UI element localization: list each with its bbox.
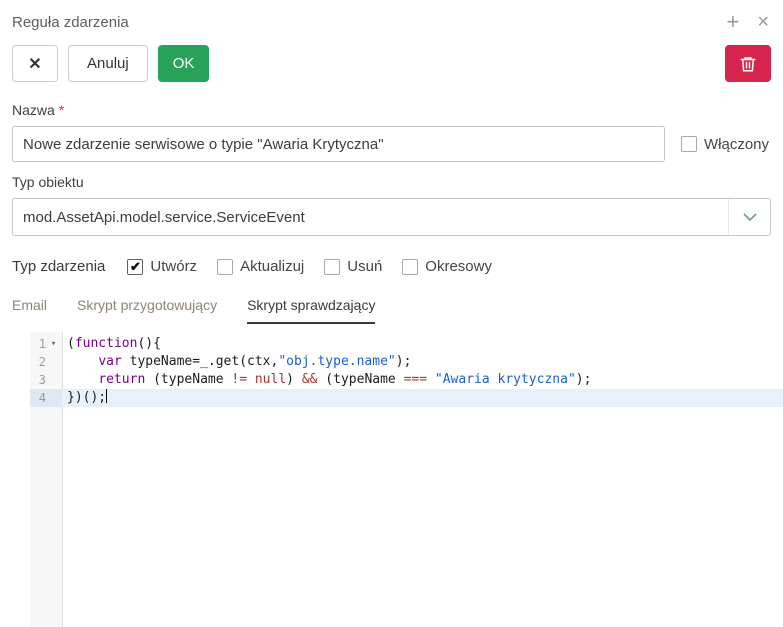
checkbox-label: Utwórz bbox=[150, 258, 197, 275]
object-type-value: mod.AssetApi.model.service.ServiceEvent bbox=[13, 209, 728, 226]
checkbox-label: Usuń bbox=[347, 258, 382, 275]
checkbox-box[interactable] bbox=[681, 136, 697, 152]
name-input[interactable] bbox=[12, 126, 665, 162]
add-icon[interactable]: + bbox=[726, 11, 739, 33]
code-line: var typeName=_.get(ctx,"obj.type.name"); bbox=[62, 353, 783, 371]
fold-icon[interactable]: ▾ bbox=[46, 335, 61, 353]
code-line: return (typeName != null) && (typeName =… bbox=[62, 371, 783, 389]
page-title: Reguła zdarzenia bbox=[12, 14, 129, 31]
name-row: Włączony bbox=[12, 126, 771, 162]
delete-button[interactable] bbox=[725, 45, 771, 82]
dialog-header: Reguła zdarzenia + × bbox=[0, 0, 783, 37]
ok-button[interactable]: OK bbox=[158, 45, 210, 82]
chevron-down-icon[interactable] bbox=[728, 199, 770, 235]
line-number: 3 bbox=[30, 371, 46, 389]
header-icons: + × bbox=[726, 11, 769, 33]
tab-bar: Email Skrypt przygotowujący Skrypt sprawdz… bbox=[0, 275, 783, 324]
code-line: (function(){ bbox=[62, 335, 783, 353]
tab-email[interactable]: Email bbox=[12, 297, 47, 324]
editor-line[interactable]: 1▾(function(){ bbox=[30, 335, 783, 353]
required-asterisk: * bbox=[59, 102, 64, 118]
enabled-checkbox[interactable]: Włączony bbox=[681, 136, 769, 153]
event-type-options: Utwórz Aktualizuj Usuń Okresowy bbox=[127, 258, 492, 275]
text-cursor bbox=[106, 389, 107, 403]
tab-script-check[interactable]: Skrypt sprawdzający bbox=[247, 297, 375, 324]
editor-lines: 1▾(function(){2 var typeName=_.get(ctx,"… bbox=[30, 332, 783, 407]
editor-line[interactable]: 3 return (typeName != null) && (typeName… bbox=[30, 371, 783, 389]
line-number: 1 bbox=[30, 335, 46, 353]
cancel-button[interactable]: Anuluj bbox=[68, 45, 148, 82]
event-type-row: Typ zdarzenia Utwórz Aktualizuj Usuń Okreso… bbox=[12, 258, 771, 275]
event-type-option-periodic[interactable]: Okresowy bbox=[402, 258, 492, 275]
name-label: Nazwa* bbox=[12, 102, 771, 118]
trash-icon bbox=[739, 55, 757, 73]
close-button[interactable]: ✕ bbox=[12, 45, 58, 82]
checkbox-label: Aktualizuj bbox=[240, 258, 304, 275]
toolbar: ✕ Anuluj OK bbox=[0, 37, 783, 90]
checkbox-label: Okresowy bbox=[425, 258, 492, 275]
code-line: })(); bbox=[62, 389, 783, 407]
checkbox-unchecked[interactable] bbox=[217, 259, 233, 275]
event-rule-dialog: Reguła zdarzenia + × ✕ Anuluj OK Nazwa* bbox=[0, 0, 783, 627]
checkbox-unchecked[interactable] bbox=[402, 259, 418, 275]
enabled-checkbox-label: Włączony bbox=[704, 136, 769, 153]
tab-script-prepare[interactable]: Skrypt przygotowujący bbox=[77, 297, 217, 324]
event-type-label: Typ zdarzenia bbox=[12, 258, 105, 275]
editor-line[interactable]: 4 })(); bbox=[30, 389, 783, 407]
line-number: 2 bbox=[30, 353, 46, 371]
form-area: Nazwa* Włączony Typ obiektu mod.AssetApi… bbox=[0, 90, 783, 275]
event-type-option-delete[interactable]: Usuń bbox=[324, 258, 382, 275]
gutter-cell: 1▾ bbox=[30, 335, 62, 353]
gutter-cell: 3 bbox=[30, 371, 62, 389]
checkbox-checked[interactable] bbox=[127, 259, 143, 275]
close-icon[interactable]: × bbox=[757, 12, 769, 32]
gutter-cell: 2 bbox=[30, 353, 62, 371]
object-type-label: Typ obiektu bbox=[12, 174, 771, 190]
checkbox-unchecked[interactable] bbox=[324, 259, 340, 275]
code-editor[interactable]: 1▾(function(){2 var typeName=_.get(ctx,"… bbox=[30, 332, 783, 627]
name-label-text: Nazwa bbox=[12, 102, 55, 118]
editor-line[interactable]: 2 var typeName=_.get(ctx,"obj.type.name"… bbox=[30, 353, 783, 371]
event-type-option-create[interactable]: Utwórz bbox=[127, 258, 197, 275]
gutter-cell: 4 bbox=[30, 389, 62, 407]
line-number: 4 bbox=[30, 389, 46, 407]
object-type-select[interactable]: mod.AssetApi.model.service.ServiceEvent bbox=[12, 198, 771, 236]
event-type-option-update[interactable]: Aktualizuj bbox=[217, 258, 304, 275]
